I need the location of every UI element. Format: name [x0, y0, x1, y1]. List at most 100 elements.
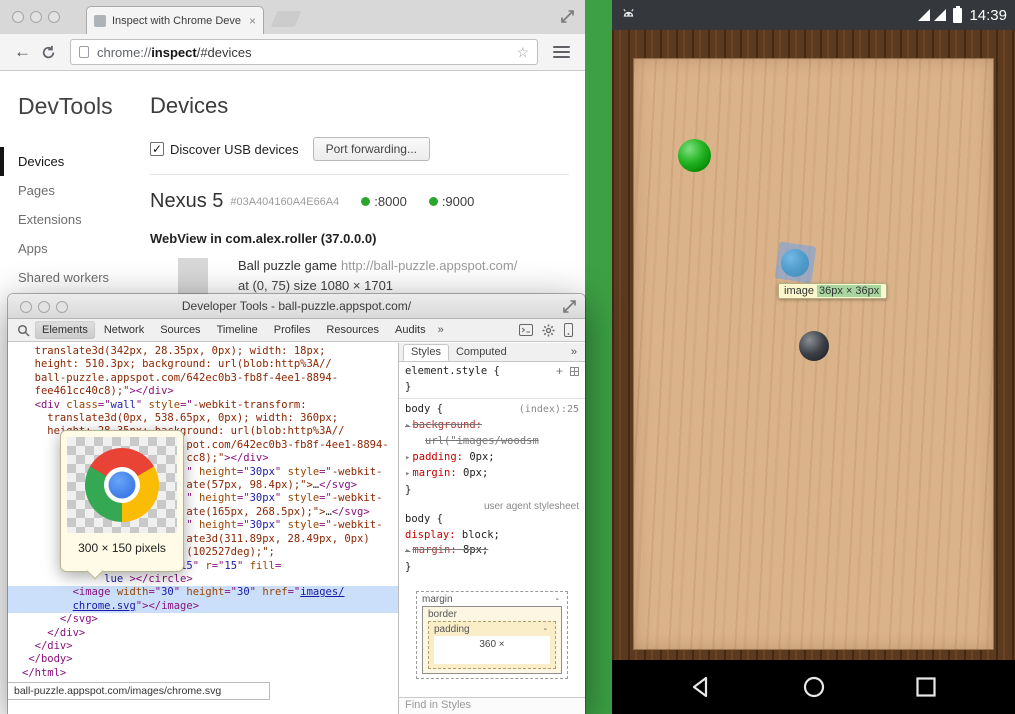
address-bar[interactable]: chrome://inspect/#devices ☆: [70, 39, 538, 65]
tab-profiles[interactable]: Profiles: [267, 321, 318, 339]
tab-audits[interactable]: Audits: [388, 321, 433, 339]
css-property-margin[interactable]: ▸margin: 0px;: [399, 466, 585, 483]
tab-strip: Inspect with Chrome Deve ×: [0, 0, 585, 34]
browser-toolbar: ← chrome://inspect/#devices ☆: [0, 34, 585, 71]
android-home-button[interactable]: [801, 674, 827, 700]
tab-computed[interactable]: Computed: [449, 345, 514, 360]
port-label: :9000: [442, 194, 475, 209]
tab-close-icon[interactable]: ×: [249, 14, 256, 28]
code-line[interactable]: height: 510.3px; background: url(blob:ht…: [8, 358, 398, 371]
close-window-button[interactable]: [20, 301, 32, 313]
code-line[interactable]: </body>: [8, 653, 398, 666]
box-model-margin[interactable]: margin- border padding- 360 ×: [416, 591, 568, 679]
target-page-name: Ball puzzle game: [238, 258, 337, 273]
css-property-background[interactable]: ▸background:: [399, 418, 585, 435]
page-title: Devices: [150, 93, 569, 119]
code-line[interactable]: fee461cc40c8);"></div>: [8, 385, 398, 398]
box-model-border[interactable]: border padding- 360 ×: [422, 606, 562, 674]
code-line[interactable]: chrome.svg"></image>: [8, 600, 398, 613]
image-dimensions-label: 300 × 150 pixels: [67, 541, 177, 555]
bookmark-star-icon[interactable]: ☆: [516, 44, 529, 61]
tab-styles[interactable]: Styles: [403, 344, 449, 361]
tab-elements[interactable]: Elements: [35, 321, 95, 339]
devtools-title-bar: Developer Tools - ball-puzzle.appspot.co…: [8, 294, 585, 319]
sidebar-item-shared-workers[interactable]: Shared workers: [0, 263, 148, 292]
code-line[interactable]: <div class="wall" style="-webkit-transfo…: [8, 399, 398, 412]
android-recents-button[interactable]: [913, 674, 939, 700]
code-line[interactable]: </div>: [8, 627, 398, 640]
console-drawer-icon[interactable]: [519, 324, 533, 336]
dark-ball[interactable]: [799, 331, 829, 361]
brace: }: [399, 380, 585, 396]
code-line[interactable]: translate3d(342px, 28.35px, 0px); width:…: [8, 345, 398, 358]
section-divider: [150, 174, 569, 175]
browser-tab[interactable]: Inspect with Chrome Deve ×: [86, 6, 264, 35]
css-property-display[interactable]: display: block;: [399, 528, 585, 544]
code-line[interactable]: ball-puzzle.appspot.com/642ec0b3-fb8f-4e…: [8, 372, 398, 385]
new-tab-button[interactable]: [271, 11, 301, 27]
tab-network[interactable]: Network: [97, 321, 151, 339]
code-line[interactable]: </svg>: [8, 613, 398, 626]
sidebar-item-pages[interactable]: Pages: [0, 176, 148, 205]
inspect-target-icon[interactable]: [570, 367, 579, 376]
tooltip-dimensions: 36px × 36px: [817, 285, 881, 297]
minimize-window-button[interactable]: [30, 11, 42, 23]
ua-body-selector: body {: [399, 512, 585, 528]
gear-icon[interactable]: [542, 324, 555, 337]
element-dimensions-tooltip: image 36px × 36px: [778, 283, 887, 299]
minimize-window-button[interactable]: [38, 301, 50, 313]
port-status-dot: [361, 197, 370, 206]
code-line[interactable]: </html>: [8, 667, 398, 680]
device-serial: #03A404160A4E66A4: [230, 196, 339, 208]
sidebar-item-apps[interactable]: Apps: [0, 234, 148, 263]
url-host: inspect: [151, 45, 197, 60]
hovered-link-status: ball-puzzle.appspot.com/images/chrome.sv…: [8, 682, 270, 700]
android-back-button[interactable]: [689, 674, 715, 700]
search-icon[interactable]: [17, 324, 30, 337]
chrome-logo: [85, 448, 159, 522]
box-model-padding[interactable]: padding- 360 ×: [428, 621, 556, 669]
stylesheet-source-link[interactable]: (index):25: [519, 403, 579, 417]
css-property-ua-margin[interactable]: ▸margin: 8px;: [399, 543, 585, 560]
new-style-rule-icon[interactable]: +: [556, 365, 563, 379]
menu-icon[interactable]: [553, 46, 570, 58]
tabs-overflow-chevron[interactable]: »: [438, 324, 444, 336]
green-ball[interactable]: [678, 139, 711, 172]
url-path: /#devices: [197, 45, 252, 60]
tab-sources[interactable]: Sources: [153, 321, 207, 339]
sidebar-item-devices[interactable]: Devices: [0, 147, 148, 176]
tab-timeline[interactable]: Timeline: [210, 321, 265, 339]
devtools-window-title: Developer Tools - ball-puzzle.appspot.co…: [182, 299, 411, 313]
zoom-window-button[interactable]: [56, 301, 68, 313]
target-page-url: http://ball-puzzle.appspot.com/: [341, 258, 517, 273]
styles-overflow-chevron[interactable]: »: [571, 346, 581, 358]
tab-resources[interactable]: Resources: [319, 321, 386, 339]
status-clock: 14:39: [969, 7, 1007, 24]
device-emulation-icon[interactable]: [564, 323, 573, 337]
discover-usb-checkbox[interactable]: ✓: [150, 142, 164, 156]
zoom-window-button[interactable]: [48, 11, 60, 23]
code-line[interactable]: </div>: [8, 640, 398, 653]
code-line[interactable]: translate3d(0px, 538.65px, 0px); width: …: [8, 412, 398, 425]
reload-button[interactable]: [41, 45, 56, 60]
element-style-selector: element.style {: [405, 365, 500, 379]
cell-signal-icon: [934, 9, 946, 21]
sidebar-title: DevTools: [18, 93, 148, 120]
code-line[interactable]: <image width="30" height="30" href="imag…: [8, 586, 398, 599]
find-styles-input[interactable]: Find in Styles: [399, 697, 585, 714]
css-property-padding[interactable]: ▸padding: 0px;: [399, 450, 585, 467]
window-resize-icon[interactable]: [560, 9, 575, 24]
tooltip-tag-name: image: [784, 285, 814, 297]
box-model-content[interactable]: 360 ×: [434, 636, 550, 664]
close-window-button[interactable]: [12, 11, 24, 23]
devtools-window: Developer Tools - ball-puzzle.appspot.co…: [8, 294, 585, 714]
inspect-highlight-overlay: [775, 242, 817, 284]
sidebar-item-extensions[interactable]: Extensions: [0, 205, 148, 234]
url-scheme: chrome://: [97, 45, 151, 60]
css-value-background[interactable]: url("images/woodsm: [399, 434, 585, 450]
code-line[interactable]: lue ></circle>: [8, 573, 398, 586]
styles-tab-bar: Styles Computed »: [399, 343, 585, 362]
port-forwarding-button[interactable]: Port forwarding...: [313, 137, 430, 161]
window-resize-icon[interactable]: [562, 299, 577, 314]
back-button[interactable]: ←: [14, 42, 31, 62]
